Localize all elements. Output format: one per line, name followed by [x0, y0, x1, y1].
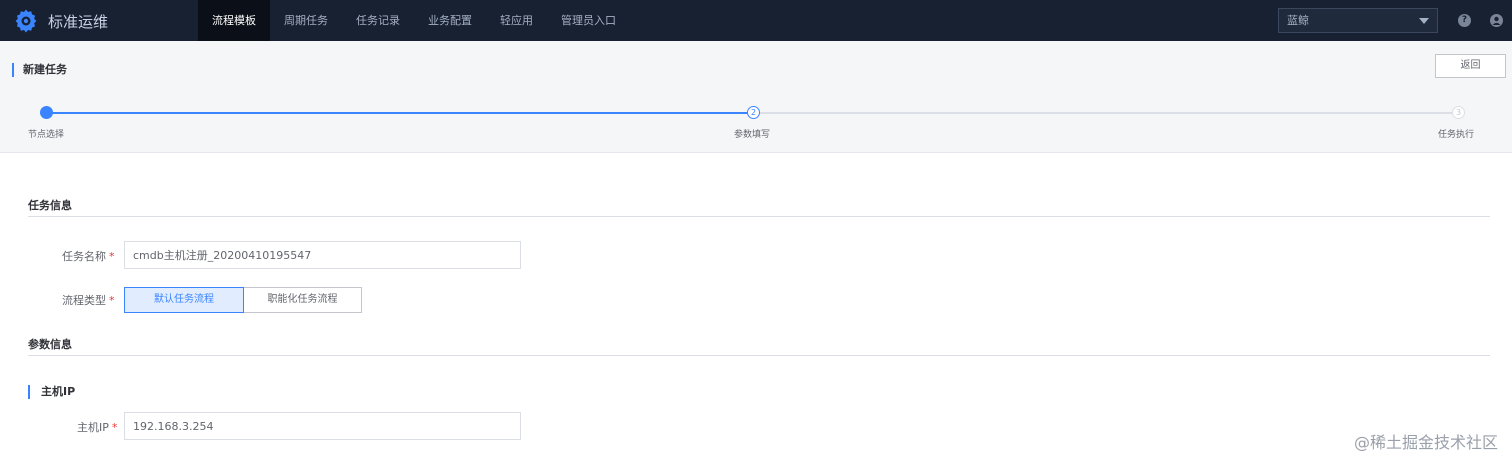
brand-name: 标准运维	[48, 12, 109, 31]
main-nav: 流程模板 周期任务 任务记录 业务配置 轻应用 管理员入口	[198, 0, 630, 41]
params-section-title: 参数信息	[28, 338, 72, 351]
section-divider	[28, 216, 1490, 217]
step-1-label: 节点选择	[28, 130, 65, 140]
brand[interactable]: 标准运维	[14, 8, 108, 34]
step-2-label: 参数填写	[734, 130, 771, 140]
nav-item-periodic-tasks[interactable]: 周期任务	[270, 0, 342, 41]
top-navigation-bar: 标准运维 流程模板 周期任务 任务记录 业务配置 轻应用 管理员入口 蓝鲸 ?	[0, 0, 1512, 41]
steps-progress-fill	[47, 112, 753, 114]
gear-logo-icon	[15, 9, 37, 33]
task-name-label: 任务名称 *	[62, 248, 115, 264]
nav-item-flow-templates[interactable]: 流程模板	[198, 0, 270, 41]
required-marker: *	[111, 421, 118, 434]
nav-item-business-config[interactable]: 业务配置	[414, 0, 486, 41]
required-marker: *	[109, 250, 115, 263]
user-avatar-icon[interactable]	[1490, 14, 1503, 27]
page-header: 新建任务 返回 2 3 节点选择 参数填写 任务执行	[0, 41, 1512, 153]
page-title: 新建任务	[12, 63, 67, 77]
flow-type-functional-option[interactable]: 职能化任务流程	[244, 287, 362, 313]
host-ip-label-text: 主机IP	[77, 421, 109, 434]
nav-item-task-records[interactable]: 任务记录	[342, 0, 414, 41]
step-2-dot[interactable]: 2	[747, 106, 760, 119]
step-3-label: 任务执行	[1438, 130, 1475, 140]
question-circle-icon[interactable]: ?	[1458, 14, 1471, 27]
business-select[interactable]: 蓝鲸	[1278, 8, 1438, 33]
step-1-dot[interactable]	[40, 106, 53, 119]
host-ip-label: 主机IP *	[77, 419, 117, 435]
host-ip-input[interactable]	[124, 412, 521, 440]
host-ip-group-title: 主机IP	[28, 385, 75, 399]
user-glyph-icon	[1492, 16, 1501, 25]
nav-item-admin-entry[interactable]: 管理员入口	[547, 0, 630, 41]
watermark-text: @稀土掘金技术社区	[1353, 433, 1498, 452]
section-divider	[28, 355, 1490, 356]
step-3-dot[interactable]: 3	[1452, 106, 1465, 119]
flow-type-default-option[interactable]: 默认任务流程	[124, 287, 244, 313]
flow-type-radio-group: 默认任务流程 职能化任务流程	[124, 287, 362, 313]
task-name-label-text: 任务名称	[62, 250, 106, 263]
business-select-value: 蓝鲸	[1287, 14, 1309, 27]
nav-item-light-apps[interactable]: 轻应用	[486, 0, 547, 41]
chevron-down-icon	[1419, 18, 1429, 24]
task-name-input[interactable]	[124, 241, 521, 269]
task-info-section-title: 任务信息	[28, 199, 72, 212]
required-marker: *	[109, 294, 115, 307]
flow-type-label: 流程类型 *	[62, 292, 115, 308]
back-button[interactable]: 返回	[1435, 54, 1506, 78]
flow-type-label-text: 流程类型	[62, 294, 106, 307]
